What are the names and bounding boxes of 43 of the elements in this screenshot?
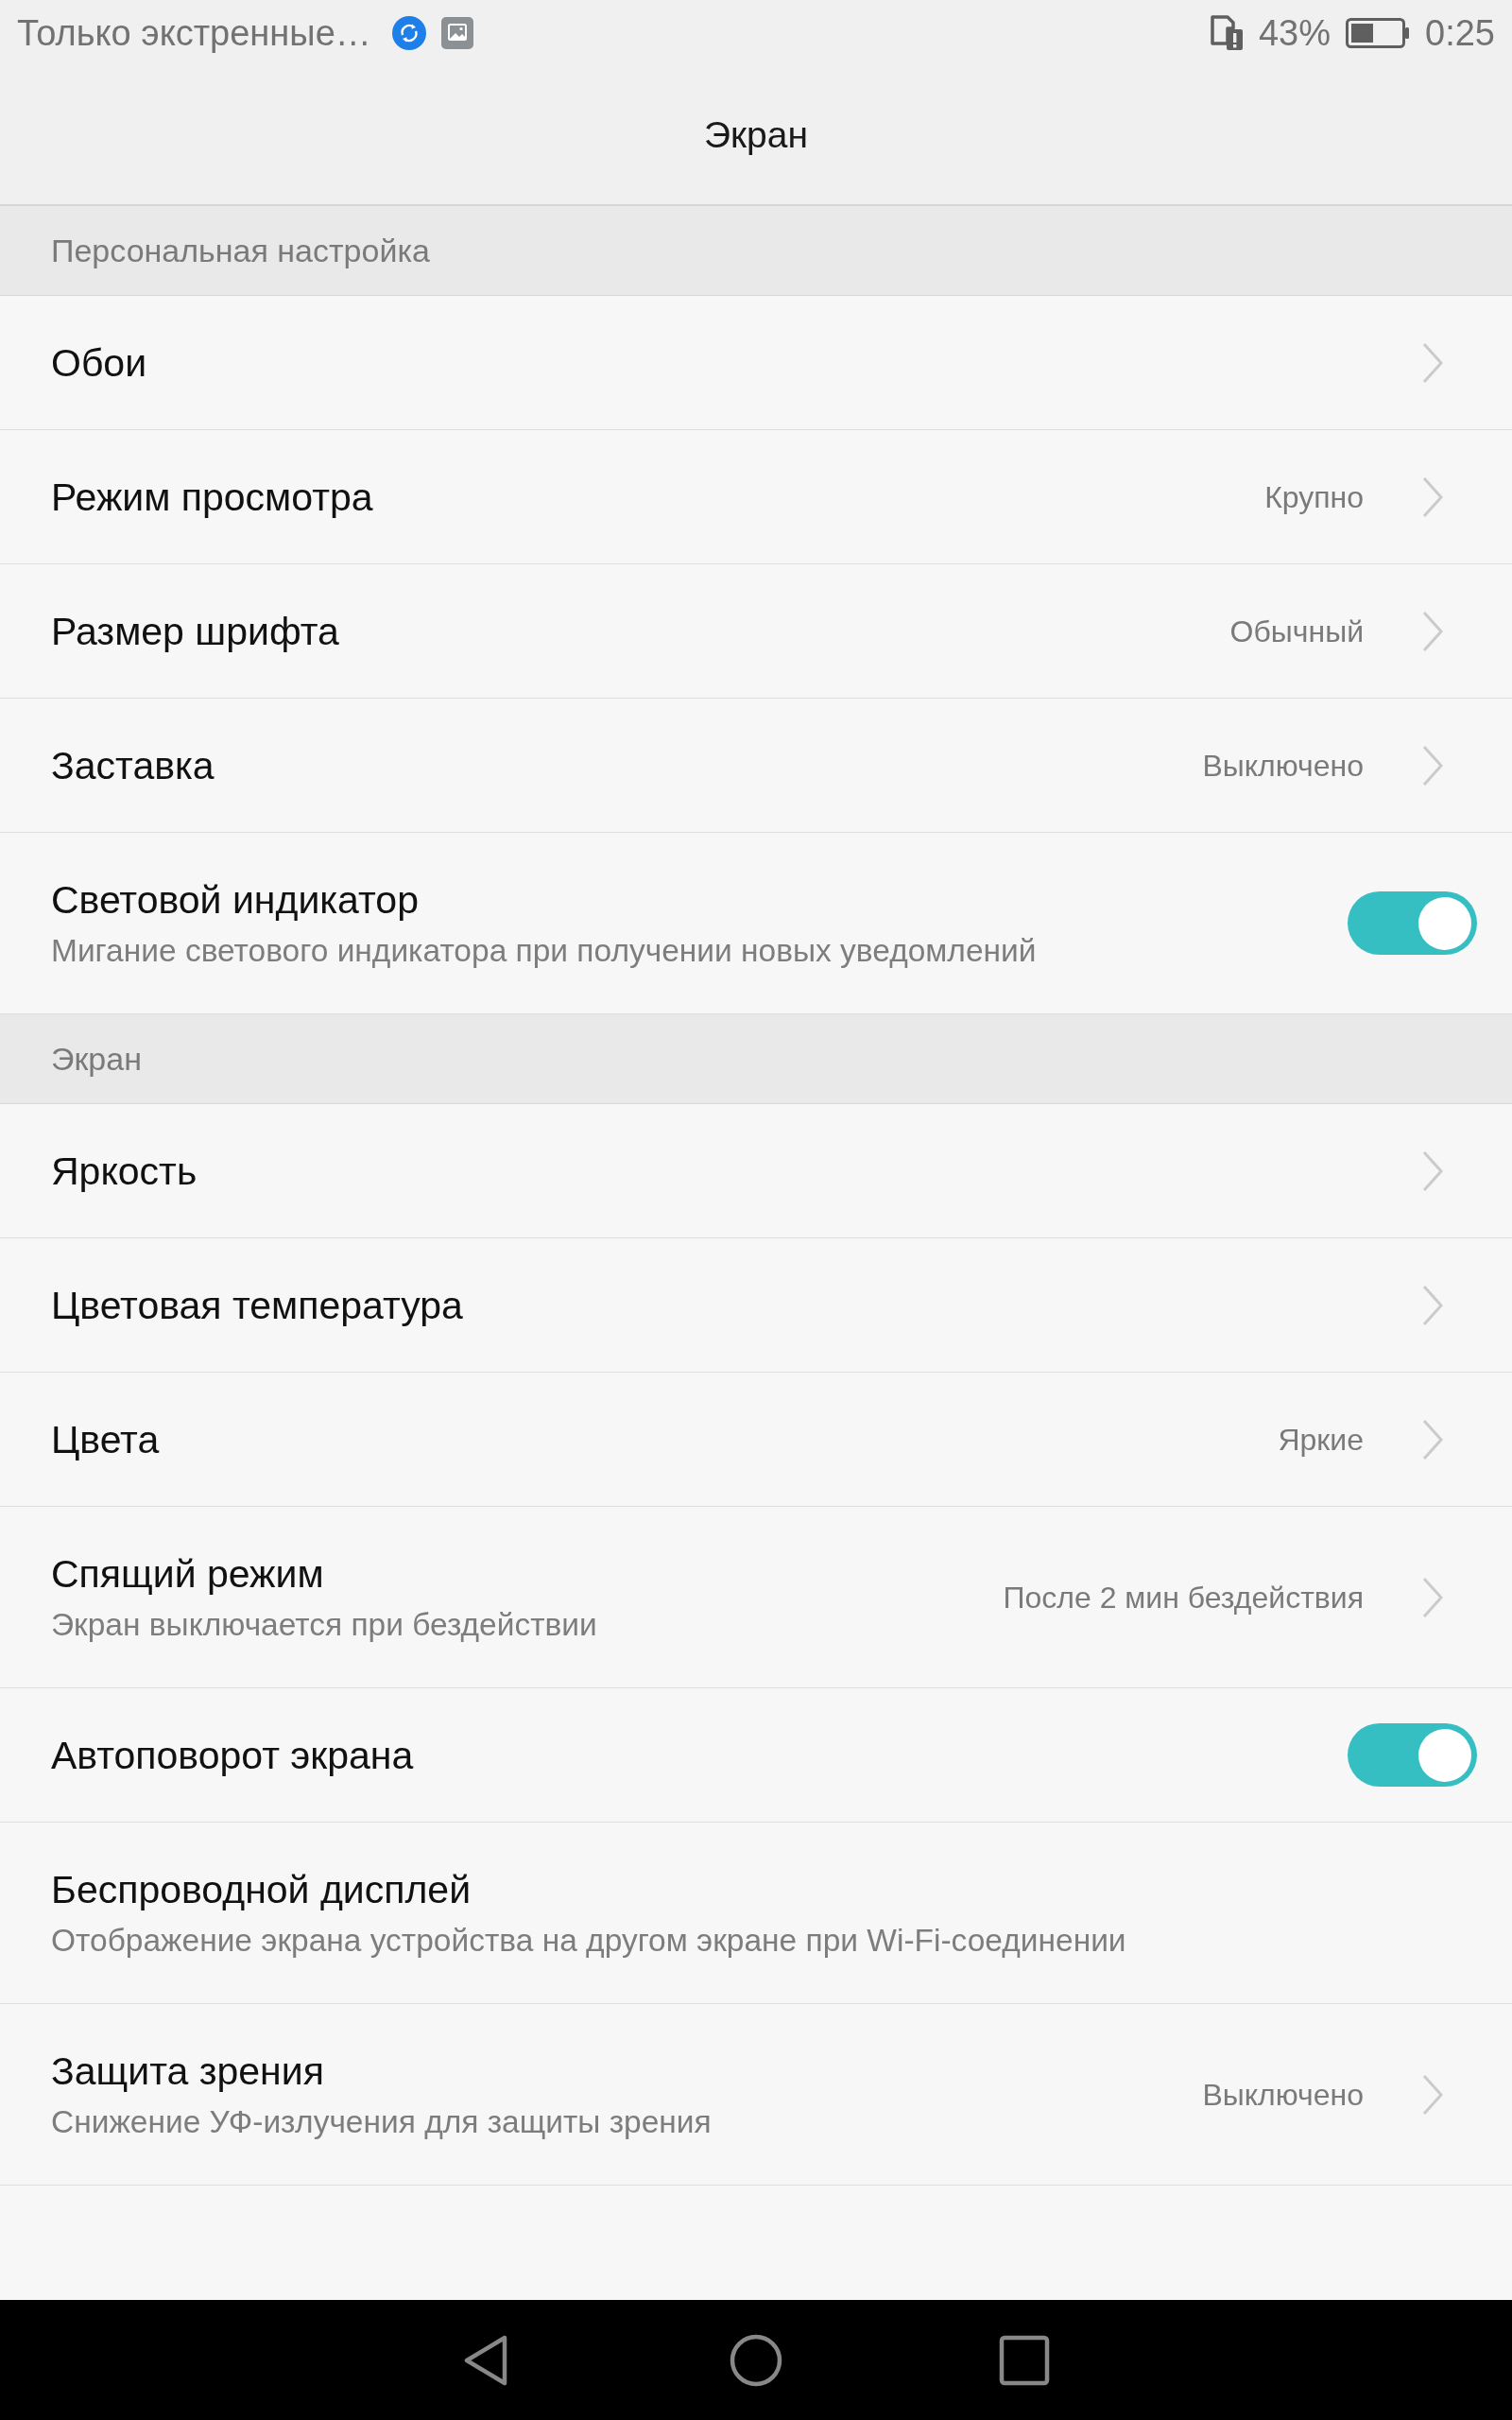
sim-card-alert-icon — [1210, 15, 1244, 51]
setting-title: Режим просмотра — [51, 474, 373, 520]
section-title: Экран — [51, 1040, 142, 1078]
chevron-right-icon — [1422, 341, 1443, 384]
setting-title: Яркость — [51, 1148, 198, 1194]
chevron-right-icon — [1422, 1150, 1443, 1192]
setting-value: Крупно — [1264, 478, 1364, 516]
chevron-right-icon — [1422, 1418, 1443, 1461]
screen-title: Экран — [704, 113, 808, 157]
setting-title: Цвета — [51, 1416, 160, 1462]
setting-value: Выключено — [1202, 747, 1364, 785]
home-circle-icon[interactable] — [730, 2333, 782, 2387]
setting-title: Размер шрифта — [51, 608, 339, 654]
image-icon — [440, 17, 473, 49]
setting-description: Отображение экрана устройства на другом экране при Wi-Fi-соединении — [51, 1921, 1126, 1960]
setting-title: Автоповорот экрана — [51, 1732, 414, 1778]
clock-time: 0:25 — [1425, 12, 1495, 54]
setting-description: Мигание светового индикатора при получении новых уведомлений — [51, 931, 1037, 970]
notification-text: Только экстренные… — [17, 12, 371, 54]
setting-value: Яркие — [1278, 1421, 1364, 1459]
setting-title: Беспроводной дисплей — [51, 1866, 472, 1912]
setting-title: Защита зрения — [51, 2048, 325, 2094]
chevron-right-icon — [1422, 2073, 1443, 2116]
setting-value: Выключено — [1202, 2076, 1364, 2114]
chevron-right-icon — [1422, 744, 1443, 786]
setting-description: Снижение УФ-излучения для защиты зрения — [51, 2102, 712, 2141]
chevron-right-icon — [1422, 1576, 1443, 1618]
setting-title: Заставка — [51, 742, 215, 788]
chevron-right-icon — [1422, 610, 1443, 652]
battery-icon — [1346, 18, 1411, 48]
setting-title: Цветовая температура — [51, 1282, 463, 1328]
sync-icon — [391, 16, 426, 50]
setting-value: После 2 мин бездействия — [1003, 1579, 1364, 1616]
setting-title: Спящий режим — [51, 1550, 325, 1597]
setting-value: Обычный — [1229, 613, 1364, 650]
section-title: Персональная настройка — [51, 232, 430, 269]
setting-title: Обои — [51, 339, 147, 386]
chevron-right-icon — [1422, 475, 1443, 518]
chevron-right-icon — [1422, 1284, 1443, 1326]
setting-description: Экран выключается при бездействии — [51, 1605, 597, 1644]
setting-title: Световой индикатор — [51, 876, 420, 923]
recents-square-icon[interactable] — [998, 2333, 1051, 2387]
battery-percent: 43% — [1258, 12, 1332, 54]
